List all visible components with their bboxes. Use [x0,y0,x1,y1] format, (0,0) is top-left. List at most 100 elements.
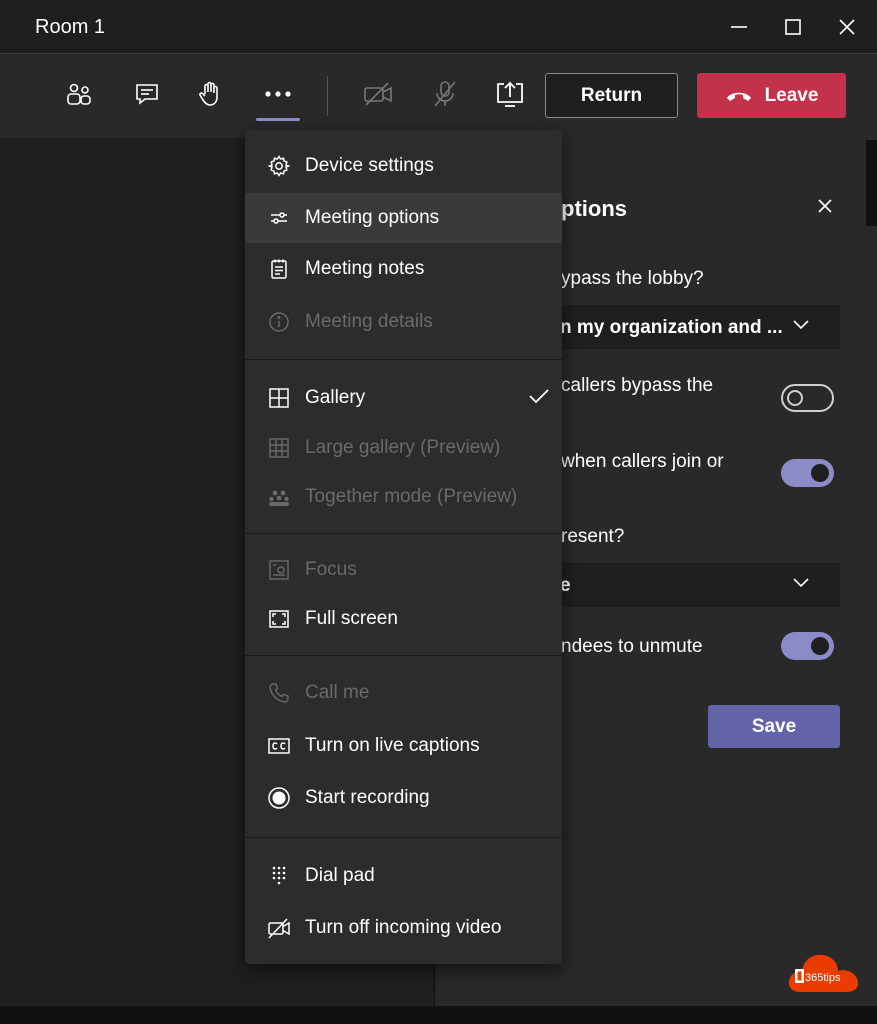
menu-item-label: Turn on live captions [305,735,480,756]
menu-item-label: Device settings [305,155,434,176]
menu-item-gallery[interactable]: Gallery [245,373,562,423]
close-icon [818,199,832,213]
close-panel-button[interactable] [812,193,838,219]
phone-icon [267,681,291,705]
menu-divider [245,837,562,838]
lobby-select-value: n my organization and ... [560,317,783,338]
menu-item-label: Together mode (Preview) [305,486,518,507]
gear-icon [267,154,291,178]
close-icon [839,19,855,35]
maximize-icon [785,19,801,35]
bottom-strip [0,1006,877,1024]
menu-item-dial-pad[interactable]: Dial pad [245,851,562,901]
captions-icon [267,734,291,758]
maximize-button[interactable] [776,10,810,44]
camera-off-icon [364,82,392,106]
menu-item-label: Large gallery (Preview) [305,437,501,458]
return-button[interactable]: Return [545,73,678,118]
menu-item-device-settings[interactable]: Device settings [245,141,562,191]
menu-item-call-me: Call me [245,668,562,718]
more-actions-button[interactable] [258,74,298,114]
menu-item-label: Meeting options [305,207,440,228]
mic-off-icon [434,81,456,107]
menu-divider [245,655,562,656]
large-gallery-icon [267,436,291,460]
chat-icon [136,84,158,105]
toggle-knob [787,390,803,406]
toolbar-divider [327,76,328,116]
callers-bypass-label: callers bypass the [561,375,714,396]
menu-item-focus: Focus [245,545,562,595]
menu-divider [245,359,562,360]
chat-button[interactable] [127,74,167,114]
participants-button[interactable] [59,74,99,114]
present-question: resent? [561,526,625,547]
menu-item-label: Dial pad [305,865,375,886]
unmute-toggle[interactable] [781,632,834,660]
menu-item-meeting-details: Meeting details [245,297,562,347]
chevron-down-icon [793,320,809,330]
share-screen-icon [497,81,523,107]
unmute-label: ndees to unmute [561,636,703,657]
leave-button[interactable]: Leave [697,73,846,118]
dialpad-icon [267,864,291,888]
more-actions-menu: Device settings Meeting options Meeting … [245,130,562,964]
checkmark-icon [529,389,549,404]
callers-bypass-toggle[interactable] [781,384,834,412]
menu-item-label: Start recording [305,787,430,808]
menu-item-label: Call me [305,682,370,703]
menu-item-label: Focus [305,559,357,580]
365tips-logo: 365tips [786,946,861,994]
menu-item-meeting-notes[interactable]: Meeting notes [245,244,562,294]
menu-item-label: Gallery [305,387,366,408]
present-select[interactable]: e [540,563,840,607]
menu-item-label: Full screen [305,608,398,629]
announce-label: when callers join or [561,451,724,472]
leave-label: Leave [764,84,819,106]
notes-icon [267,257,291,281]
menu-item-meeting-options[interactable]: Meeting options [245,193,562,243]
title-bar: Room 1 [0,0,877,54]
minimize-button[interactable] [722,10,756,44]
focus-icon [267,558,291,582]
video-off-icon [267,916,291,940]
menu-item-live-captions[interactable]: Turn on live captions [245,721,562,771]
sliders-icon [267,206,291,230]
menu-item-turn-off-incoming-video[interactable]: Turn off incoming video [245,903,562,953]
panel-title: ptions [561,196,627,221]
lobby-question: ypass the lobby? [561,268,704,289]
together-mode-icon [267,485,291,509]
announce-toggle[interactable] [781,459,834,487]
menu-item-full-screen[interactable]: Full screen [245,594,562,644]
menu-item-large-gallery: Large gallery (Preview) [245,423,562,473]
record-icon [267,786,291,810]
window-title: Room 1 [35,16,106,38]
raise-hand-button[interactable] [191,74,231,114]
minimize-icon [731,26,747,28]
lobby-select[interactable]: n my organization and ... [540,305,840,349]
close-window-button[interactable] [830,10,864,44]
menu-item-start-recording[interactable]: Start recording [245,773,562,823]
menu-item-label: Turn off incoming video [305,917,502,938]
info-icon [267,310,291,334]
active-indicator [256,118,300,121]
toggle-knob [811,464,829,482]
camera-toggle-button[interactable] [358,74,398,114]
gallery-icon [267,386,291,410]
hand-icon [199,81,218,106]
menu-item-label: Meeting details [305,311,433,332]
share-screen-button[interactable] [490,74,530,114]
logo-text: 365tips [805,972,841,984]
menu-item-label: Meeting notes [305,258,425,279]
toggle-knob [811,637,829,655]
menu-item-together-mode: Together mode (Preview) [245,472,562,522]
mic-toggle-button[interactable] [425,74,465,114]
hang-up-icon [726,92,751,101]
people-icon [67,83,91,105]
meeting-toolbar: Return Leave [0,54,877,138]
panel-edge [866,140,877,226]
more-icon [265,91,291,97]
chevron-down-icon [793,578,809,588]
fullscreen-icon [267,607,291,631]
save-button[interactable]: Save [708,705,840,748]
